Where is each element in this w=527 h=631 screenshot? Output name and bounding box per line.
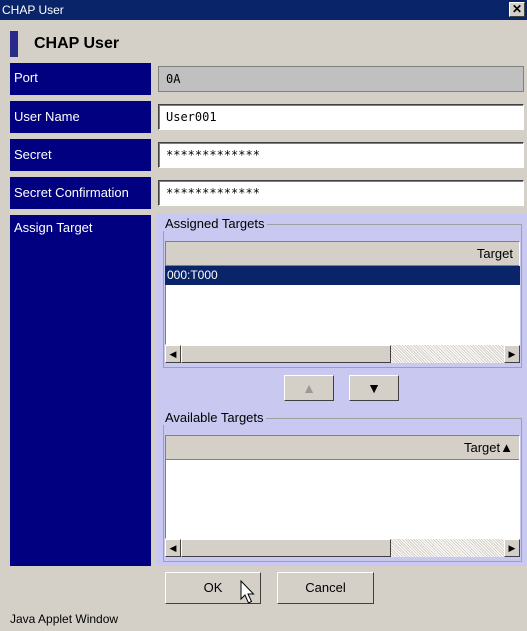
triangle-left-icon: ◀ bbox=[169, 349, 177, 359]
label-secret-confirmation: Secret Confirmation bbox=[10, 177, 151, 209]
move-up-button[interactable]: ▲ bbox=[284, 375, 334, 401]
arrow-up-icon: ▲ bbox=[302, 380, 316, 396]
triangle-right-icon: ▶ bbox=[508, 543, 516, 553]
scroll-left-button[interactable]: ◀ bbox=[165, 539, 181, 557]
label-user-name: User Name bbox=[10, 101, 151, 133]
close-button[interactable]: ✕ bbox=[509, 2, 525, 17]
arrow-down-icon: ▼ bbox=[367, 380, 381, 396]
assigned-targets-column-header[interactable]: Target bbox=[166, 242, 519, 266]
window-title: CHAP User bbox=[2, 3, 64, 17]
secret-field[interactable]: ************* bbox=[158, 142, 524, 168]
move-down-button[interactable]: ▼ bbox=[349, 375, 399, 401]
user-name-field[interactable]: User001 bbox=[158, 104, 524, 130]
close-icon: ✕ bbox=[511, 2, 523, 16]
scroll-right-button[interactable]: ▶ bbox=[504, 539, 520, 557]
triangle-left-icon: ◀ bbox=[169, 543, 177, 553]
secret-confirmation-field[interactable]: ************* bbox=[158, 180, 524, 206]
status-text: Java Applet Window bbox=[10, 612, 119, 626]
scroll-thumb[interactable] bbox=[181, 539, 391, 557]
scroll-right-button[interactable]: ▶ bbox=[504, 345, 520, 363]
available-targets-hscrollbar[interactable]: ◀ ▶ bbox=[165, 539, 520, 557]
cancel-button[interactable]: Cancel bbox=[277, 572, 374, 604]
scroll-track[interactable] bbox=[391, 345, 504, 363]
scroll-thumb[interactable] bbox=[181, 345, 391, 363]
available-targets-column-header[interactable]: Target▲ bbox=[166, 436, 519, 460]
triangle-right-icon: ▶ bbox=[508, 349, 516, 359]
scroll-left-button[interactable]: ◀ bbox=[165, 345, 181, 363]
mouse-cursor-icon bbox=[240, 580, 255, 604]
table-row[interactable]: 000:T000 bbox=[165, 266, 520, 285]
label-assign-target: Assign Target bbox=[10, 215, 151, 566]
assigned-targets-hscrollbar[interactable]: ◀ ▶ bbox=[165, 345, 520, 363]
page-title: CHAP User bbox=[34, 35, 120, 52]
label-port: Port bbox=[10, 63, 151, 95]
assigned-targets-legend: Assigned Targets bbox=[163, 216, 267, 231]
header-accent-bar bbox=[10, 31, 18, 57]
available-targets-legend: Available Targets bbox=[163, 410, 266, 425]
port-field: 0A bbox=[158, 66, 524, 92]
window-titlebar: CHAP User ✕ bbox=[0, 0, 527, 20]
label-secret: Secret bbox=[10, 139, 151, 171]
scroll-track[interactable] bbox=[391, 539, 504, 557]
